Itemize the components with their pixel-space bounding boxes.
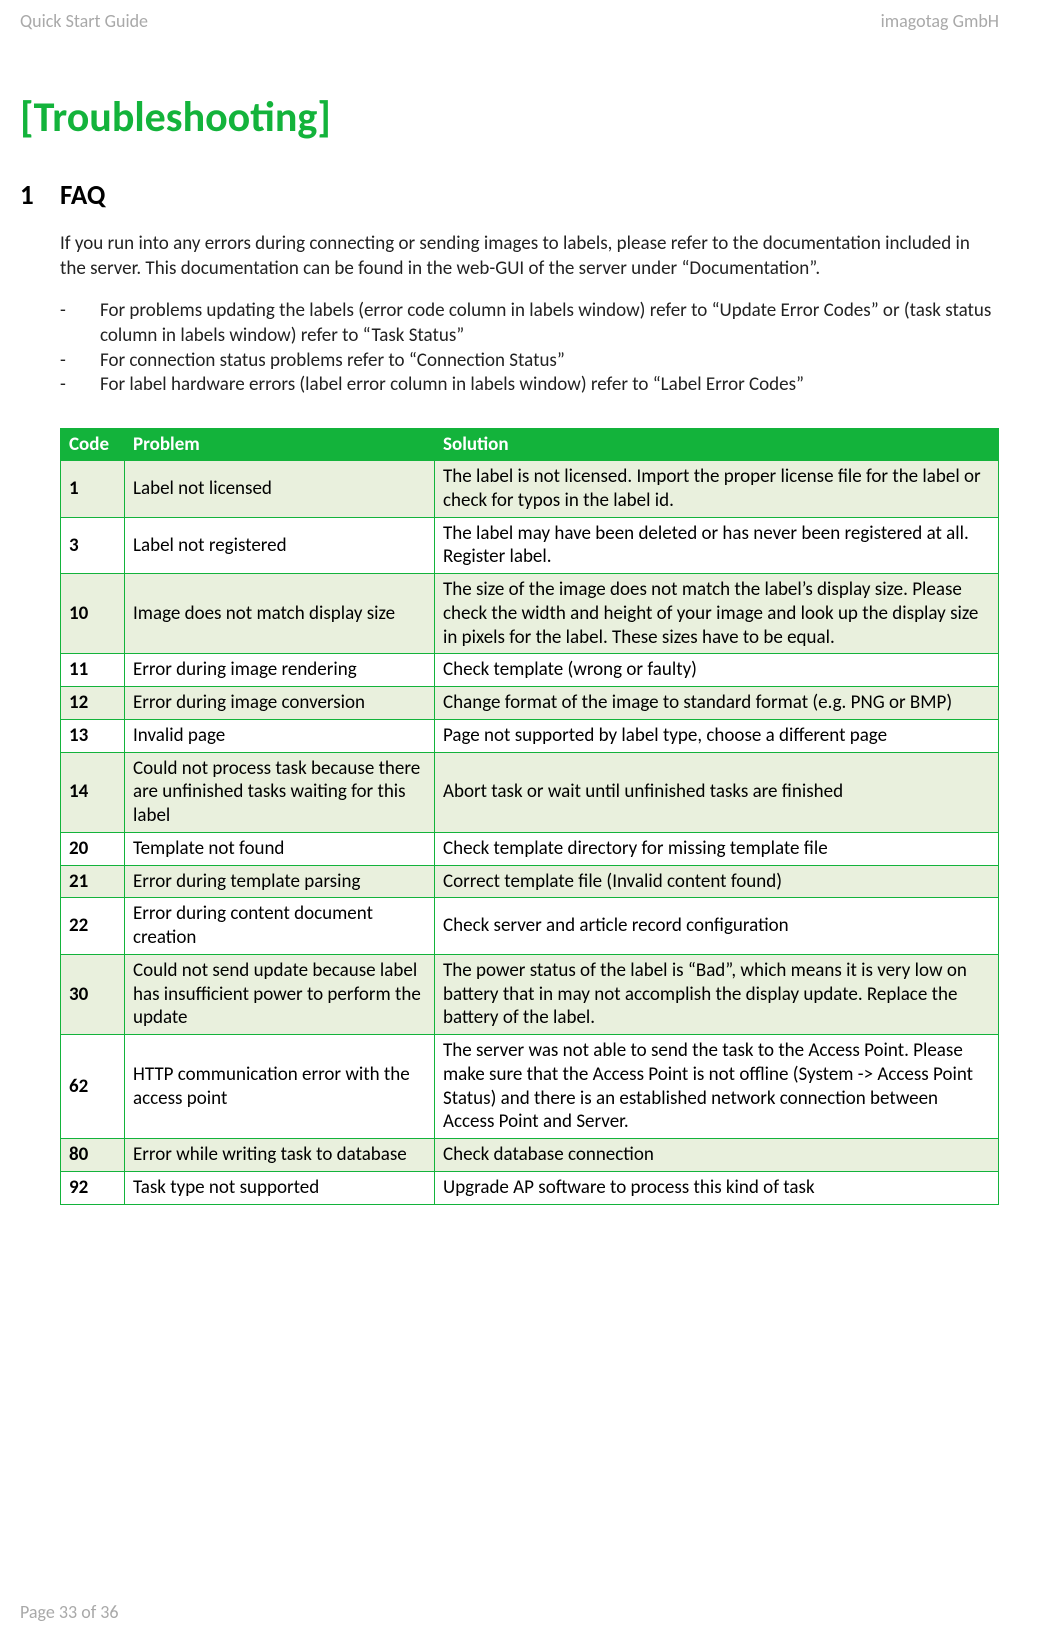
cell-solution: The power status of the label is “Bad”, … [435,954,999,1034]
cell-code: 22 [61,898,125,955]
table-row: 22Error during content document creation… [61,898,999,955]
bullet-text: For problems updating the labels (error … [100,299,999,348]
section-number: 1 [20,179,60,212]
cell-problem: Could not process task because there are… [125,752,435,832]
cell-solution: Change format of the image to standard f… [435,687,999,720]
list-item: - For label hardware errors (label error… [60,373,999,398]
cell-solution: The label is not licensed. Import the pr… [435,461,999,518]
table-row: 30Could not send update because label ha… [61,954,999,1034]
list-item: - For connection status problems refer t… [60,349,999,374]
col-solution: Solution [435,429,999,461]
cell-solution: Upgrade AP software to process this kind… [435,1171,999,1204]
section-title: FAQ [60,179,105,212]
cell-code: 12 [61,687,125,720]
cell-solution: Check server and article record configur… [435,898,999,955]
page-title: [Troubleshooting] [20,92,999,143]
cell-solution: Page not supported by label type, choose… [435,719,999,752]
bullet-list: - For problems updating the labels (erro… [60,299,999,398]
cell-solution: Check template directory for missing tem… [435,832,999,865]
cell-problem: Error during template parsing [125,865,435,898]
header-right: imagotag GmbH [881,10,999,32]
cell-solution: Check database connection [435,1139,999,1172]
cell-solution: Abort task or wait until unfinished task… [435,752,999,832]
table-row: 92Task type not supportedUpgrade AP soft… [61,1171,999,1204]
cell-code: 1 [61,461,125,518]
cell-problem: Error during image rendering [125,654,435,687]
page-content: [Troubleshooting] 1 FAQ If you run into … [0,32,1059,1205]
cell-problem: Template not found [125,832,435,865]
page-footer: Page 33 of 36 [20,1601,119,1623]
cell-code: 14 [61,752,125,832]
table-row: 11Error during image renderingCheck temp… [61,654,999,687]
cell-problem: Could not send update because label has … [125,954,435,1034]
header-left: Quick Start Guide [20,10,148,32]
cell-code: 62 [61,1035,125,1139]
table-row: 12Error during image conversionChange fo… [61,687,999,720]
cell-solution: The label may have been deleted or has n… [435,517,999,574]
table-row: 14Could not process task because there a… [61,752,999,832]
cell-solution: Check template (wrong or faulty) [435,654,999,687]
dash-icon: - [60,373,100,398]
list-item: - For problems updating the labels (erro… [60,299,999,348]
table-row: 21Error during template parsingCorrect t… [61,865,999,898]
cell-problem: Invalid page [125,719,435,752]
table-row: 3Label not registeredThe label may have … [61,517,999,574]
cell-code: 3 [61,517,125,574]
cell-problem: Error during image conversion [125,687,435,720]
cell-problem: Image does not match display size [125,574,435,654]
intro-paragraph: If you run into any errors during connec… [60,232,999,281]
cell-solution: The server was not able to send the task… [435,1035,999,1139]
bullet-text: For connection status problems refer to … [100,349,999,374]
table-row: 1Label not licensedThe label is not lice… [61,461,999,518]
cell-problem: Label not licensed [125,461,435,518]
cell-code: 10 [61,574,125,654]
cell-problem: Task type not supported [125,1171,435,1204]
dash-icon: - [60,349,100,374]
table-row: 20Template not foundCheck template direc… [61,832,999,865]
cell-code: 80 [61,1139,125,1172]
table-header-row: Code Problem Solution [61,429,999,461]
col-code: Code [61,429,125,461]
cell-problem: Label not registered [125,517,435,574]
cell-code: 11 [61,654,125,687]
bullet-text: For label hardware errors (label error c… [100,373,999,398]
table-row: 10Image does not match display sizeThe s… [61,574,999,654]
error-codes-table: Code Problem Solution 1Label not license… [60,428,999,1205]
cell-code: 30 [61,954,125,1034]
cell-code: 21 [61,865,125,898]
cell-problem: Error while writing task to database [125,1139,435,1172]
cell-solution: The size of the image does not match the… [435,574,999,654]
table-row: 80Error while writing task to databaseCh… [61,1139,999,1172]
section-heading: 1 FAQ [20,179,999,212]
cell-problem: Error during content document creation [125,898,435,955]
dash-icon: - [60,299,100,348]
page-header: Quick Start Guide imagotag GmbH [0,0,1059,32]
cell-code: 20 [61,832,125,865]
cell-problem: HTTP communication error with the access… [125,1035,435,1139]
cell-code: 92 [61,1171,125,1204]
table-row: 62HTTP communication error with the acce… [61,1035,999,1139]
cell-code: 13 [61,719,125,752]
cell-solution: Correct template file (Invalid content f… [435,865,999,898]
table-row: 13Invalid pagePage not supported by labe… [61,719,999,752]
col-problem: Problem [125,429,435,461]
